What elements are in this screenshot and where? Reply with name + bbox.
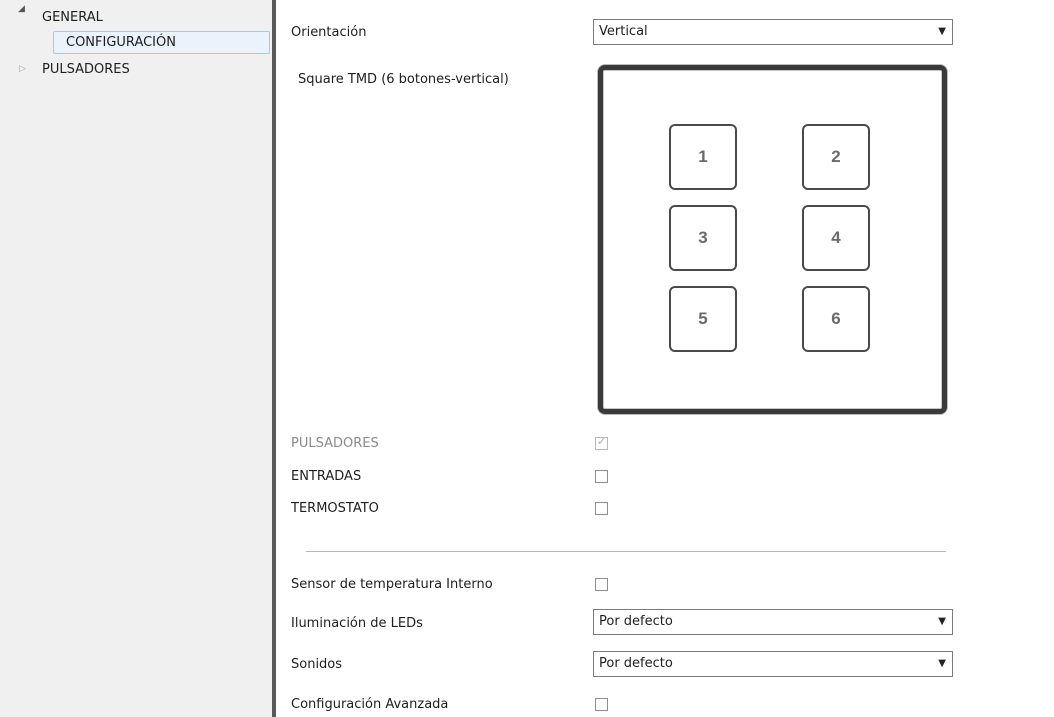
navigation-tree: ◢ GENERAL CONFIGURACIÓN ▷ PULSADORES [0, 0, 272, 717]
dropdown-arrow-icon: ▼ [938, 658, 946, 669]
device-button-4: 4 [802, 205, 870, 271]
configuracion-avanzada-label: Configuración Avanzada [291, 697, 449, 712]
device-button-5: 5 [669, 286, 737, 352]
termostato-label: TERMOSTATO [291, 501, 379, 516]
tree-item-general[interactable]: GENERAL [42, 8, 103, 28]
device-preview: 1 2 3 4 5 6 [594, 60, 951, 419]
expanded-arrow-icon[interactable]: ◢ [18, 4, 25, 14]
tree-item-pulsadores[interactable]: PULSADORES [42, 60, 130, 80]
iluminacion-value: Por defecto [599, 614, 673, 629]
device-button-2: 2 [802, 124, 870, 190]
collapsed-arrow-icon[interactable]: ▷ [19, 64, 26, 74]
pulsadores-label: PULSADORES [291, 436, 379, 451]
sonidos-select[interactable]: Por defecto ▼ [593, 651, 953, 677]
dropdown-arrow-icon: ▼ [938, 26, 946, 37]
sensor-temperatura-label: Sensor de temperatura Interno [291, 577, 493, 592]
entradas-label: ENTRADAS [291, 469, 362, 484]
device-frame: 1 2 3 4 5 6 [598, 65, 947, 414]
device-button-6: 6 [802, 286, 870, 352]
orientacion-select[interactable]: Vertical ▼ [593, 19, 953, 45]
orientacion-label: Orientación [291, 25, 367, 40]
parameters-panel: Orientación Vertical ▼ Square TMD (6 bot… [276, 0, 1054, 717]
device-button-3: 3 [669, 205, 737, 271]
iluminacion-select[interactable]: Por defecto ▼ [593, 609, 953, 635]
section-divider [306, 551, 946, 552]
iluminacion-label: Iluminación de LEDs [291, 616, 423, 631]
configuracion-avanzada-checkbox[interactable] [595, 698, 608, 711]
termostato-checkbox[interactable] [595, 502, 608, 515]
dropdown-arrow-icon: ▼ [938, 616, 946, 627]
device-caption: Square TMD (6 botones-vertical) [298, 72, 509, 87]
sonidos-label: Sonidos [291, 657, 343, 672]
pulsadores-checkbox: ✓ [595, 435, 608, 450]
tree-item-configuracion[interactable]: CONFIGURACIÓN [53, 31, 270, 54]
entradas-checkbox[interactable] [595, 470, 608, 483]
device-button-1: 1 [669, 124, 737, 190]
sensor-temperatura-checkbox[interactable] [595, 578, 608, 591]
orientacion-value: Vertical [599, 24, 648, 39]
check-icon: ✓ [597, 435, 607, 448]
sonidos-value: Por defecto [599, 656, 673, 671]
